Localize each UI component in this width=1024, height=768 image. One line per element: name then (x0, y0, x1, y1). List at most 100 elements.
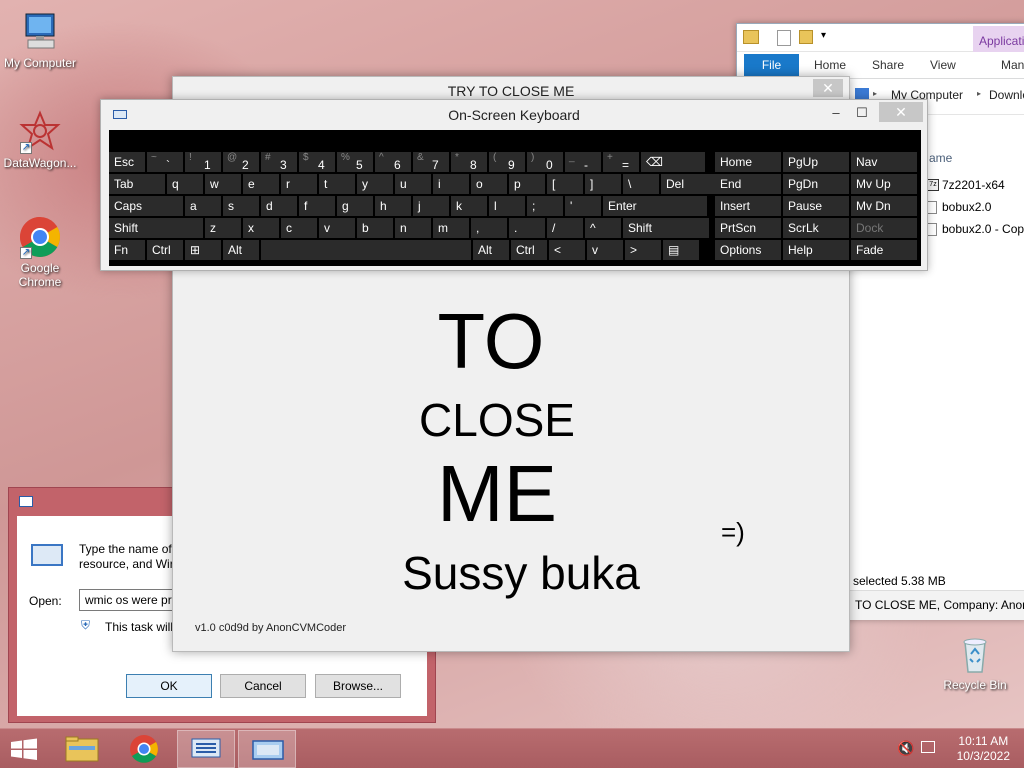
taskbar-osk[interactable] (177, 730, 235, 768)
nav-key[interactable]: Insert (715, 196, 781, 216)
taskbar-chrome[interactable] (115, 730, 173, 768)
keyboard-key[interactable]: q (167, 174, 203, 194)
keyboard-key[interactable]: Ctrl (511, 240, 547, 260)
keyboard-key[interactable]: b (357, 218, 393, 238)
keyboard-key[interactable]: m (433, 218, 469, 238)
tab-file[interactable]: File (744, 54, 799, 76)
keyboard-key[interactable]: $4 (299, 152, 335, 172)
keyboard-key[interactable]: Alt (473, 240, 509, 260)
tab-home[interactable]: Home (814, 58, 846, 72)
clock[interactable]: 10:11 AM 10/3/2022 (957, 734, 1010, 764)
taskbar-file-explorer[interactable] (53, 730, 111, 768)
taskbar-run-app[interactable] (238, 730, 296, 768)
keyboard-key[interactable]: Fn (109, 240, 145, 260)
keyboard-key[interactable]: ; (527, 196, 563, 216)
ok-button[interactable]: OK (126, 674, 212, 698)
backspace-key[interactable]: ⌫ (641, 152, 705, 172)
nav-key[interactable]: Mv Up (851, 174, 917, 194)
new-folder-icon[interactable] (799, 30, 813, 44)
shift-key[interactable]: Shift (623, 218, 709, 238)
desktop-icon-recycle-bin[interactable]: Recycle Bin (935, 632, 1015, 692)
osk-close-button[interactable]: ✕ (879, 102, 923, 122)
keyboard-key[interactable]: ^ 6 (375, 152, 411, 172)
column-header-name[interactable]: ame (929, 151, 952, 165)
keyboard-key[interactable]: ^ (585, 218, 621, 238)
enter-key[interactable]: Enter (603, 196, 707, 216)
keyboard-key[interactable]: e (243, 174, 279, 194)
keyboard-key[interactable]: u (395, 174, 431, 194)
keyboard-key[interactable]: < (549, 240, 585, 260)
desktop-icon-datawagon[interactable]: ↗ DataWagon... (0, 110, 80, 170)
breadcrumb-downloads[interactable]: Downlo (989, 88, 1024, 102)
tab-view[interactable]: View (930, 58, 956, 72)
start-button[interactable] (0, 730, 48, 768)
caps-key[interactable]: Caps (109, 196, 183, 216)
nav-key[interactable]: Mv Dn (851, 196, 917, 216)
keyboard-key[interactable]: s (223, 196, 259, 216)
keyboard-key[interactable]: l (489, 196, 525, 216)
keyboard-key[interactable]: * 8 (451, 152, 487, 172)
cancel-button[interactable]: Cancel (220, 674, 306, 698)
application-tools-tab[interactable]: Applicatio (973, 26, 1024, 52)
keyboard-key[interactable]: y (357, 174, 393, 194)
keyboard-key[interactable]: ▤ (663, 240, 699, 260)
keyboard-key[interactable]: v (319, 218, 355, 238)
keyboard-key[interactable]: @2 (223, 152, 259, 172)
keyboard-key[interactable]: ) 0 (527, 152, 563, 172)
keyboard-key[interactable]: p (509, 174, 545, 194)
keyboard-key[interactable]: ⊞ (185, 240, 221, 260)
keyboard-key[interactable]: a (185, 196, 221, 216)
tab-share[interactable]: Share (872, 58, 904, 72)
keyboard-key[interactable]: z (205, 218, 241, 238)
nav-key[interactable]: Fade (851, 240, 917, 260)
nav-key[interactable]: PgUp (783, 152, 849, 172)
keyboard-key[interactable]: , (471, 218, 507, 238)
nav-key[interactable]: Options (715, 240, 781, 260)
nav-key[interactable]: Nav (851, 152, 917, 172)
properties-icon[interactable] (777, 30, 791, 46)
keyboard-key[interactable]: [ (547, 174, 583, 194)
keyboard-key[interactable]: t (319, 174, 355, 194)
keyboard-key[interactable]: h (375, 196, 411, 216)
keyboard-key[interactable]: i (433, 174, 469, 194)
keyboard-key[interactable]: (9 (489, 152, 525, 172)
keyboard-key[interactable]: _ - (565, 152, 601, 172)
shift-key[interactable]: Shift (109, 218, 203, 238)
keyboard-key[interactable]: f (299, 196, 335, 216)
keyboard-key[interactable]: ~ ` (147, 152, 183, 172)
esc-key[interactable]: Esc (109, 152, 145, 172)
nav-key[interactable]: Dock (851, 218, 917, 238)
nav-key[interactable]: Home (715, 152, 781, 172)
keyboard-key[interactable]: g (337, 196, 373, 216)
keyboard-key[interactable]: . (509, 218, 545, 238)
network-icon[interactable] (921, 741, 935, 753)
keyboard-key[interactable]: ' (565, 196, 601, 216)
tab-manage[interactable]: Mana (1001, 58, 1024, 72)
keyboard-key[interactable]: & 7 (413, 152, 449, 172)
keyboard-key[interactable]: o (471, 174, 507, 194)
keyboard-key[interactable]: d (261, 196, 297, 216)
tab-key[interactable]: Tab (109, 174, 165, 194)
main-window-close-button[interactable]: ✕ (813, 79, 843, 97)
nav-key[interactable]: ScrLk (783, 218, 849, 238)
keyboard-key[interactable]: x (243, 218, 279, 238)
nav-key[interactable]: PrtScn (715, 218, 781, 238)
keyboard-key[interactable]: w (205, 174, 241, 194)
spacebar-key[interactable] (261, 240, 471, 260)
desktop-icon-chrome[interactable]: ↗ Google Chrome (0, 215, 80, 289)
keyboard-key[interactable]: n (395, 218, 431, 238)
keyboard-key[interactable]: Ctrl (147, 240, 183, 260)
keyboard-key[interactable]: ! 1 (185, 152, 221, 172)
keyboard-key[interactable]: k (451, 196, 487, 216)
desktop-icon-my-computer[interactable]: My Computer (0, 10, 80, 70)
keyboard-key[interactable]: Alt (223, 240, 259, 260)
keyboard-key[interactable]: c (281, 218, 317, 238)
nav-key[interactable]: Help (783, 240, 849, 260)
on-screen-keyboard-window[interactable]: On-Screen Keyboard ‒ ☐ ✕ Esc ~ `! 1 @2 #3 $4% 5… (100, 99, 928, 271)
keyboard-key[interactable]: #3 (261, 152, 297, 172)
customize-toolbar-chevron-icon[interactable]: ▾ (821, 30, 826, 41)
keyboard-key[interactable]: / (547, 218, 583, 238)
keyboard-key[interactable]: \ (623, 174, 659, 194)
delete-key[interactable]: Del (661, 174, 717, 194)
keyboard-key[interactable]: + = (603, 152, 639, 172)
